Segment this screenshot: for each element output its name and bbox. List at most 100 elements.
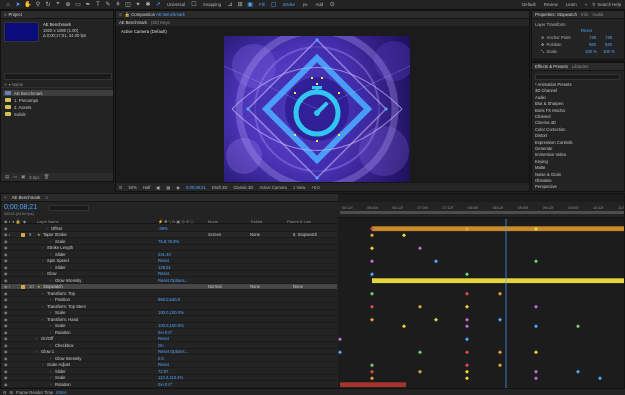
- twirl-chevron-icon[interactable]: ›: [42, 245, 43, 250]
- timeline-search-input[interactable]: [49, 205, 89, 211]
- keyframe-diamond[interactable]: [418, 304, 422, 309]
- effects-category[interactable]: 3D Channel: [535, 88, 557, 93]
- timeline-graph-area[interactable]: 00:12f 06:00f 06:12f 07:00f 07:12f 08:00f 08:1…: [338, 194, 625, 394]
- layer-duration-bar[interactable]: [372, 278, 624, 284]
- keyframe-diamond[interactable]: [370, 272, 374, 277]
- work-area-bar[interactable]: [340, 211, 624, 214]
- zoom-tool-icon[interactable]: ⚲: [34, 1, 42, 8]
- layer-trkmat-dropdown[interactable]: None: [250, 284, 260, 289]
- label-color-swatch[interactable]: [21, 233, 25, 237]
- property-name[interactable]: Scale: [55, 239, 65, 244]
- track-area[interactable]: [338, 219, 625, 389]
- snap-option-icon[interactable]: ⊿: [226, 1, 234, 8]
- fill-label[interactable]: Fill: [256, 2, 268, 7]
- puppet-tool-icon[interactable]: ✱: [144, 1, 152, 8]
- property-value[interactable]: 241.40: [158, 252, 171, 257]
- layer-switches-icon[interactable]: ◉ ◐: [4, 284, 11, 289]
- keyframe-diamond[interactable]: [402, 324, 406, 329]
- effects-category[interactable]: Matte: [535, 165, 545, 170]
- layer-duration-bar[interactable]: [372, 226, 624, 232]
- twirl-chevron-icon[interactable]: ›: [50, 252, 51, 257]
- effects-search-input[interactable]: [535, 74, 620, 80]
- pen-tool-icon[interactable]: ✒: [84, 1, 92, 8]
- universal-label[interactable]: Universal: [164, 2, 188, 7]
- property-value-x[interactable]: 738: [589, 35, 596, 40]
- pan-behind-tool-icon[interactable]: ⊕: [64, 1, 72, 8]
- twirl-chevron-icon[interactable]: ›: [50, 369, 51, 374]
- property-value-y[interactable]: 540: [605, 42, 612, 47]
- effects-category[interactable]: Keying: [535, 159, 548, 164]
- layer-parent-dropdown[interactable]: None: [293, 284, 303, 289]
- property-name[interactable]: Glow: [47, 271, 57, 276]
- label-color-swatch[interactable]: [21, 285, 25, 289]
- property-name[interactable]: Rotation: [55, 382, 71, 387]
- keyframe-diamond[interactable]: [418, 350, 422, 355]
- view-dropdown[interactable]: Active Camera: [259, 185, 286, 190]
- twirl-chevron-icon[interactable]: ›: [50, 310, 51, 315]
- keyframe-diamond[interactable]: [534, 376, 538, 381]
- keyframe-diamond[interactable]: [465, 324, 469, 329]
- keyframe-diamond[interactable]: [370, 304, 374, 309]
- effects-category[interactable]: Distort: [535, 133, 547, 138]
- property-value[interactable]: -36%: [158, 226, 168, 231]
- tab-effects-presets[interactable]: Effects & Presets: [535, 64, 568, 69]
- project-item[interactable]: Solids: [3, 111, 113, 117]
- tab-audio[interactable]: Audio: [592, 12, 603, 17]
- layer-name[interactable]: Taper Stroke: [43, 232, 67, 237]
- layer-mode-dropdown[interactable]: Screen: [208, 232, 221, 237]
- layer-switches-icon[interactable]: ◉: [4, 330, 8, 335]
- panel-menu-icon[interactable]: ≡: [45, 195, 48, 200]
- property-name[interactable]: Stroke Length: [47, 245, 73, 250]
- property-name[interactable]: Offset: [51, 226, 62, 231]
- keyframe-diamond[interactable]: [418, 369, 422, 374]
- tab-project[interactable]: ≡ Project: [4, 12, 22, 17]
- keyframe-diamond[interactable]: [465, 337, 469, 342]
- layer-mode-dropdown[interactable]: Normal: [208, 284, 222, 289]
- hand-tool-icon[interactable]: ✋: [24, 1, 32, 8]
- keyframe-diamond[interactable]: [370, 233, 374, 238]
- stroke-swatch-icon[interactable]: ▢: [270, 1, 278, 8]
- property-name[interactable]: Slider: [55, 369, 66, 374]
- keyframe-diamond[interactable]: [465, 350, 469, 355]
- property-value[interactable]: Reset: [158, 336, 169, 341]
- property-name[interactable]: Transform: Top: [47, 291, 75, 296]
- property-value[interactable]: Reset: [158, 271, 169, 276]
- property-value[interactable]: 960.0,540.0: [158, 297, 180, 302]
- layer-switches-icon[interactable]: ◉: [4, 317, 8, 322]
- brush-tool-icon[interactable]: ✎: [104, 1, 112, 8]
- twirl-chevron-icon[interactable]: ›: [42, 271, 43, 276]
- layer-switches-icon[interactable]: ◉: [4, 304, 8, 309]
- layer-switches-icon[interactable]: ◉: [4, 323, 8, 328]
- effects-category[interactable]: Noise & Grain: [535, 172, 561, 177]
- toggle-transfer-icon[interactable]: ⊞: [10, 390, 14, 395]
- effects-category[interactable]: * Animation Presets: [535, 82, 572, 87]
- interpret-footage-icon[interactable]: ▤: [5, 174, 9, 180]
- keyframe-diamond[interactable]: [576, 324, 580, 329]
- twirl-chevron-icon[interactable]: ›: [42, 304, 43, 309]
- property-value[interactable]: Reset: [158, 258, 169, 263]
- align-icon[interactable]: ⊞: [236, 1, 244, 8]
- panel-menu-icon[interactable]: ≡: [4, 12, 7, 17]
- layer-switches-icon[interactable]: ◉: [4, 291, 8, 296]
- keyframe-diamond[interactable]: [370, 259, 374, 264]
- keyframe-diamond[interactable]: [370, 376, 374, 381]
- snapping-label[interactable]: Snapping: [200, 2, 224, 7]
- effects-category[interactable]: Boris FX Mocha: [535, 108, 565, 113]
- keyframe-diamond[interactable]: [402, 233, 406, 238]
- keyframe-diamond[interactable]: [370, 317, 374, 322]
- property-name[interactable]: Slider: [55, 265, 66, 270]
- property-name[interactable]: Transform: Top Stem: [47, 304, 86, 309]
- home-icon[interactable]: ⌂: [4, 1, 12, 8]
- keyframe-diamond[interactable]: [465, 272, 469, 277]
- keyframe-diamond[interactable]: [465, 376, 469, 381]
- keyframe-diamond[interactable]: [434, 317, 438, 322]
- selection-tool-icon[interactable]: ➤: [14, 1, 22, 8]
- keyframe-diamond[interactable]: [598, 376, 602, 381]
- twirl-chevron-icon[interactable]: ›: [42, 317, 43, 322]
- property-name[interactable]: Rotation: [55, 330, 71, 335]
- type-tool-icon[interactable]: T: [94, 1, 102, 8]
- keyframe-diamond[interactable]: [465, 363, 469, 368]
- zoom-dropdown[interactable]: 50%: [129, 185, 137, 190]
- property-value[interactable]: Reset Options...: [158, 278, 188, 283]
- breadcrumb-item[interactable]: (3D) Keys: [151, 20, 170, 25]
